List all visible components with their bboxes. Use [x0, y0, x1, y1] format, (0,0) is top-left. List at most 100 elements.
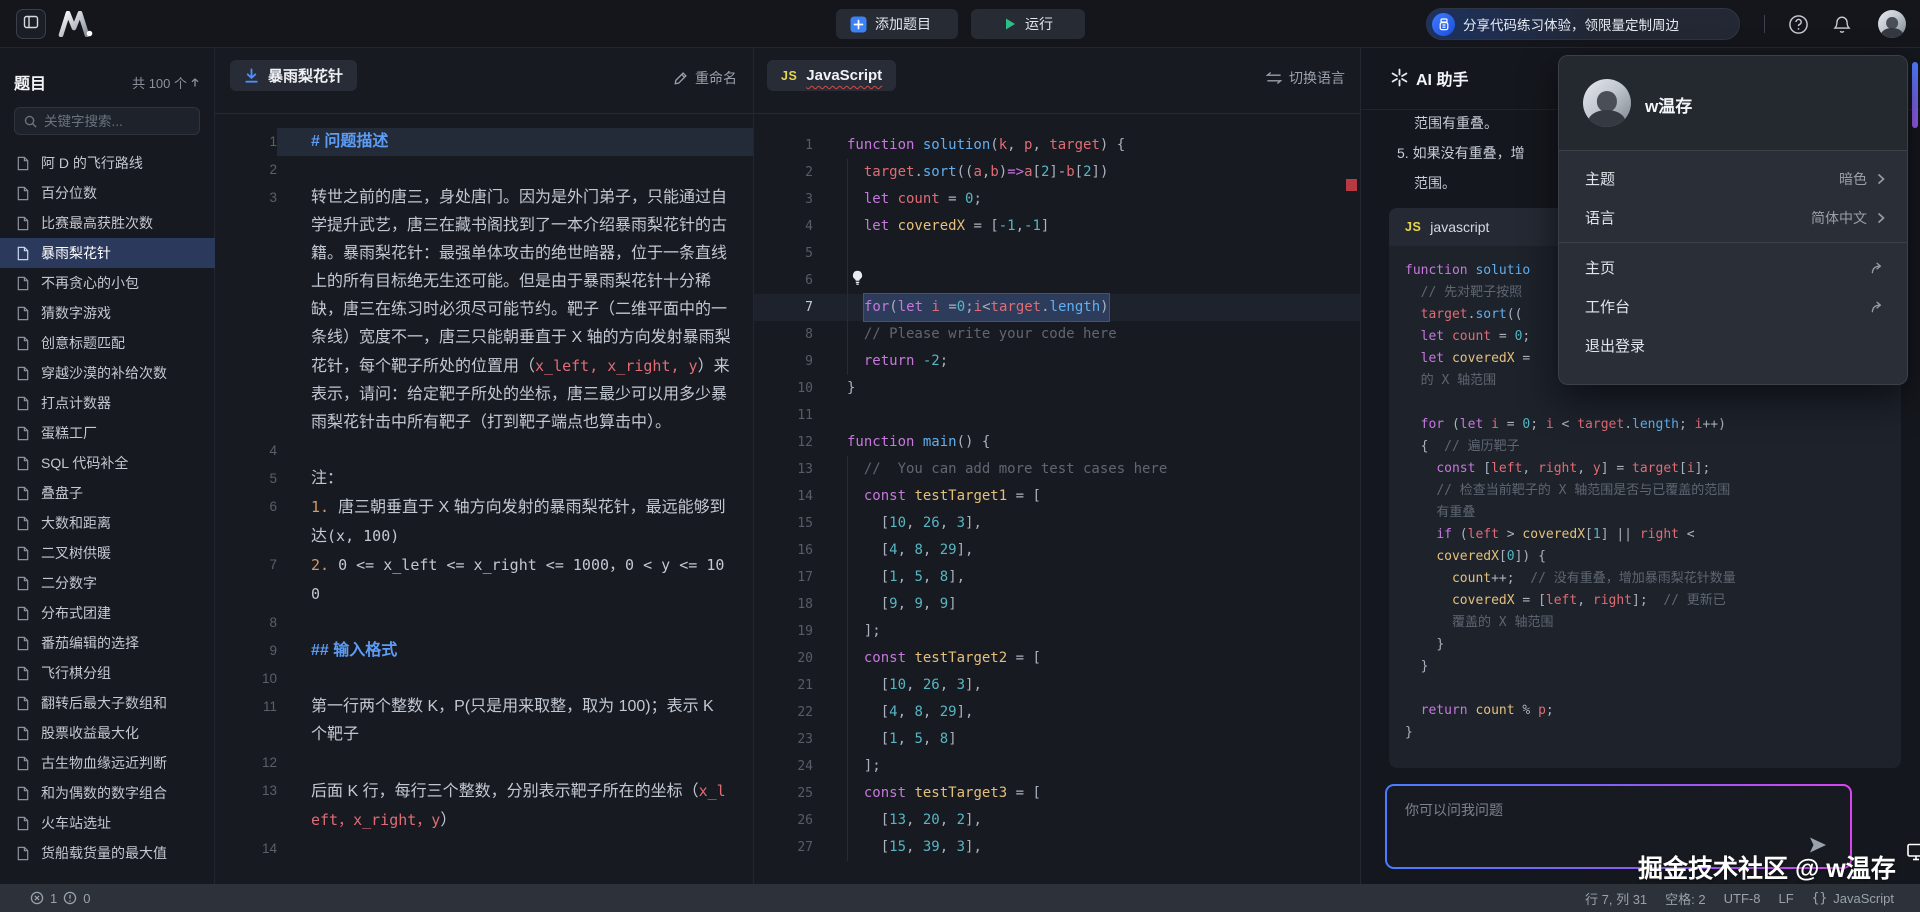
add-problem-button[interactable]: 添加题目 — [836, 9, 958, 39]
menu-item-logout[interactable]: 退出登录 — [1559, 326, 1907, 365]
markdown-line: 4 — [215, 437, 753, 465]
document-icon — [16, 696, 31, 711]
ai-code-line: count++; // 没有重叠，增加暴雨梨花针数量 — [1405, 568, 1885, 590]
code-line: 17 [1, 5, 8], — [754, 564, 1360, 591]
problem-list-item[interactable]: 火车站选址 — [0, 808, 215, 838]
markdown-line-text: 后面 K 行，每行三个整数，分别表示靶子所在的坐标（x_left，x_right… — [277, 777, 753, 835]
problem-list-item[interactable]: 大数和距离 — [0, 508, 215, 538]
run-button[interactable]: 运行 — [971, 9, 1085, 39]
problem-list-item[interactable]: 叠盘子 — [0, 478, 215, 508]
plus-icon — [850, 16, 867, 33]
line-number: 14 — [754, 483, 813, 510]
document-icon — [16, 306, 31, 321]
promo-banner[interactable]: 分享代码练习体验，领限量定制周边 — [1426, 8, 1740, 40]
problem-list-item[interactable]: 阿 D 的飞行路线 — [0, 148, 215, 178]
problem-list-item[interactable]: 股票收益最大化 — [0, 718, 215, 748]
ai-panel-scrollbar[interactable] — [1912, 62, 1918, 128]
line-number: 24 — [754, 753, 813, 780]
line-number: 10 — [215, 665, 277, 693]
line-number: 3 — [754, 186, 813, 213]
line-number: 10 — [754, 375, 813, 402]
code-editor[interactable]: 1 function solution(k, p, target) { 2 ta… — [754, 132, 1360, 884]
menu-item-language[interactable]: 语言 简体中文 — [1559, 198, 1907, 237]
eol-setting[interactable]: LF — [1778, 891, 1793, 906]
problem-list-item[interactable]: 二分数字 — [0, 568, 215, 598]
menu-item-workbench[interactable]: 工作台 — [1559, 287, 1907, 326]
problem-list-item[interactable]: 比赛最高获胜次数 — [0, 208, 215, 238]
problem-list-item-label: 比赛最高获胜次数 — [41, 213, 153, 233]
warnings-indicator[interactable]: 0 — [63, 891, 90, 906]
encoding-setting[interactable]: UTF-8 — [1724, 891, 1761, 906]
problem-list-item[interactable]: 不再贪心的小包 — [0, 268, 215, 298]
errors-indicator[interactable]: 1 — [30, 891, 57, 906]
help-button[interactable] — [1786, 12, 1810, 36]
warning-circle-icon — [63, 891, 77, 905]
problem-list-item-label: 打点计数器 — [41, 393, 111, 413]
user-avatar[interactable] — [1878, 10, 1906, 38]
problem-list-item-label: 分布式团建 — [41, 603, 111, 623]
problem-list-item[interactable]: 翻转后最大子数组和 — [0, 688, 215, 718]
ai-code-line: } — [1405, 722, 1885, 744]
problem-list-item[interactable]: 暴雨梨花针 — [0, 238, 215, 268]
problem-list-item[interactable]: 番茄编辑的选择 — [0, 628, 215, 658]
markdown-editor[interactable]: 1 # 问题描述 2 3 转世之前的唐三，身处唐门。因为是外门弟子，只能通过自学… — [215, 128, 753, 884]
problem-list-item[interactable]: 古生物血缘远近判断 — [0, 748, 215, 778]
line-number: 27 — [754, 834, 813, 861]
problem-list-item[interactable]: 分布式团建 — [0, 598, 215, 628]
sidebar-title: 题目 — [14, 70, 46, 94]
line-number: 2 — [215, 156, 277, 184]
problems-count[interactable]: 共 100 个 — [132, 73, 200, 92]
switch-language-button[interactable]: 切换语言 — [1266, 68, 1345, 88]
watermark-text: 掘金技术社区 @ w温存 — [1638, 849, 1896, 885]
ai-code-line: if (left > coveredX[1] || right < — [1405, 524, 1885, 546]
code-line: 20 const testTarget2 = [ — [754, 645, 1360, 672]
problem-list-item[interactable]: SQL 代码补全 — [0, 448, 215, 478]
problem-list-item[interactable]: 创意标题匹配 — [0, 328, 215, 358]
problem-title-tab[interactable]: 暴雨梨花针 — [230, 60, 357, 91]
code-line: 10 } — [754, 375, 1360, 402]
problem-list-item[interactable]: 二叉树供暖 — [0, 538, 215, 568]
problem-list-item[interactable]: 百分位数 — [0, 178, 215, 208]
problem-list-item[interactable]: 穿越沙漠的补给次数 — [0, 358, 215, 388]
notifications-bell-button[interactable] — [1830, 12, 1854, 36]
sort-arrow-icon — [190, 77, 200, 88]
ai-code-language: javascript — [1430, 219, 1489, 235]
search-input[interactable] — [44, 114, 184, 129]
problem-list-item[interactable]: 蛋糕工厂 — [0, 418, 215, 448]
app-logo[interactable] — [58, 11, 94, 37]
problem-list-item-label: 创意标题匹配 — [41, 333, 125, 353]
problems-sidebar: 题目 共 100 个 阿 D 的飞行路线 — [0, 48, 215, 884]
line-number: 8 — [754, 321, 813, 348]
add-problem-label: 添加题目 — [875, 14, 931, 34]
code-line: 25 const testTarget3 = [ — [754, 780, 1360, 807]
line-number: 5 — [754, 240, 813, 267]
problems-list: 阿 D 的飞行路线 百分位数 比赛最高获胜次数 暴雨梨花针 — [0, 148, 215, 868]
code-line-text: for(let i =0;i<target.length) — [813, 294, 1109, 321]
problem-list-item[interactable]: 货船载货量的最大值 — [0, 838, 215, 868]
code-line: 2 target.sort((a,b)=>a[2]-b[2]) — [754, 159, 1360, 186]
language-mode[interactable]: {} JavaScript — [1812, 891, 1894, 906]
language-tab[interactable]: JS JavaScript — [767, 60, 896, 91]
scrollbar-error-marker[interactable] — [1346, 179, 1357, 191]
problem-list-item-label: 番茄编辑的选择 — [41, 633, 139, 653]
problem-list-item[interactable]: 猜数字游戏 — [0, 298, 215, 328]
code-line: 21 [10, 26, 3], — [754, 672, 1360, 699]
problem-list-item-label: 猜数字游戏 — [41, 303, 111, 323]
problem-list-item[interactable]: 飞行棋分组 — [0, 658, 215, 688]
cursor-position[interactable]: 行 7, 列 31 — [1585, 889, 1647, 908]
code-line-text — [813, 402, 847, 429]
indentation-setting[interactable]: 空格: 2 — [1665, 889, 1705, 908]
menu-item-theme[interactable]: 主题 暗色 — [1559, 159, 1907, 198]
problem-list-item[interactable]: 和为偶数的数字组合 — [0, 778, 215, 808]
problem-list-item-label: SQL 代码补全 — [41, 453, 128, 473]
problem-list-item[interactable]: 打点计数器 — [0, 388, 215, 418]
search-box[interactable] — [14, 107, 200, 135]
menu-item-home[interactable]: 主页 — [1559, 248, 1907, 287]
line-number: 20 — [754, 645, 813, 672]
markdown-line: 13 后面 K 行，每行三个整数，分别表示靶子所在的坐标（x_left，x_ri… — [215, 777, 753, 835]
code-line-text: let count = 0; — [813, 186, 982, 213]
sidebar-toggle-button[interactable] — [16, 9, 46, 39]
lightbulb-icon[interactable] — [849, 269, 866, 286]
rename-button[interactable]: 重命名 — [673, 68, 737, 88]
code-line-text: let coveredX = [-1,-1] — [813, 213, 1049, 240]
